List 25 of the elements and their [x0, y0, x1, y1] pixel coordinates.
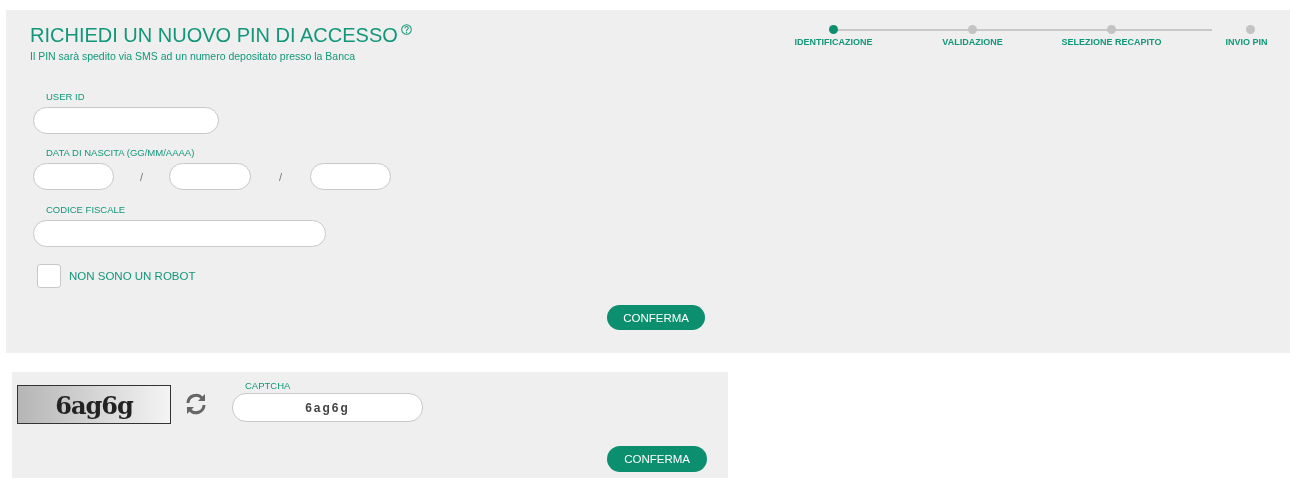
- field-label: USER ID: [46, 91, 86, 102]
- help-icon[interactable]: [400, 24, 412, 35]
- refresh-icon[interactable]: [184, 392, 208, 416]
- checkbox-label: NON SONO UN ROBOT: [69, 270, 196, 282]
- step-label: INVIO PIN: [1225, 37, 1268, 47]
- confirm-button[interactable]: CONFERMA: [607, 305, 705, 330]
- date-separator: /: [277, 170, 284, 183]
- year-field[interactable]: [310, 163, 391, 190]
- day-field[interactable]: [33, 163, 114, 190]
- step-label: VALIDAZIONE: [942, 37, 1003, 47]
- page-subtitle: Il PIN sarà spedito via SMS ad un numero depositato presso la Banca: [30, 50, 357, 62]
- confirm-button[interactable]: CONFERMA: [607, 446, 707, 472]
- date-separator: /: [138, 170, 145, 183]
- page-title: RICHIEDI UN NUOVO PIN DI ACCESSO: [30, 24, 398, 47]
- tax-code-field[interactable]: [33, 220, 326, 247]
- robot-checkbox[interactable]: [37, 264, 61, 288]
- captcha-image: 6ag6g: [17, 385, 171, 424]
- captcha-field[interactable]: 6ag6g: [232, 393, 423, 422]
- step-label: IDENTIFICAZIONE: [794, 37, 873, 47]
- field-label: DATA DI NASCITA (GG/MM/AAAA): [46, 147, 196, 158]
- field-label: CAPTCHA: [245, 380, 292, 391]
- month-field[interactable]: [169, 163, 251, 190]
- field-label: CODICE FISCALE: [46, 204, 127, 215]
- user-id-field[interactable]: [33, 107, 219, 134]
- step-label: SELEZIONE RECAPITO: [1061, 37, 1162, 47]
